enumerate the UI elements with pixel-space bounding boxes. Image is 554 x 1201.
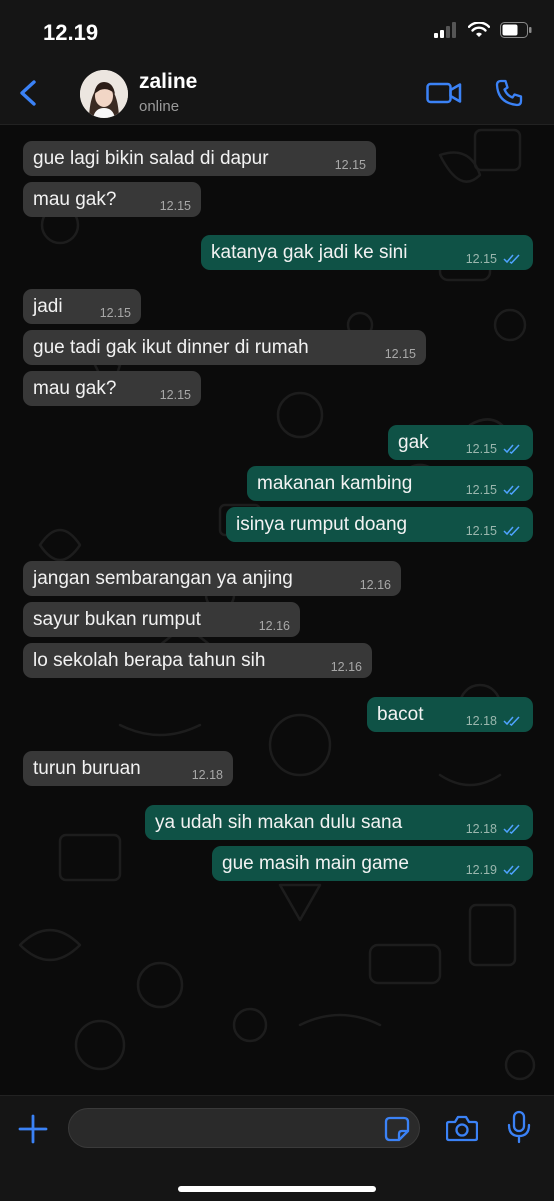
message-text: jadi [33, 295, 63, 317]
message-bubble-incoming[interactable]: jangan sembarangan ya anjing 12.16 [23, 561, 401, 596]
home-indicator [178, 1186, 376, 1192]
message-text: sayur bukan rumput [33, 608, 201, 630]
message-time: 12.18 [465, 822, 497, 836]
message-bubble-outgoing[interactable]: gue masih main game 12.19 [212, 846, 533, 881]
contact-status: online [139, 98, 180, 115]
message-time: 12.18 [191, 768, 223, 782]
message-text: makanan kambing [257, 472, 413, 494]
message-time: 12.15 [334, 158, 366, 172]
read-receipt-icon [503, 716, 520, 726]
battery-icon [500, 22, 532, 38]
read-receipt-icon [503, 824, 520, 834]
message-text: ya udah sih makan dulu sana [155, 811, 403, 833]
message-bubble-outgoing[interactable]: isinya rumput doang 12.15 [226, 507, 533, 542]
message-bubble-incoming[interactable]: mau gak? 12.15 [23, 371, 201, 406]
message-text: bacot [377, 703, 424, 725]
read-receipt-icon [503, 865, 520, 875]
status-icons [434, 22, 532, 38]
message-text: isinya rumput doang [236, 513, 408, 535]
message-time: 12.16 [330, 660, 362, 674]
message-input[interactable] [68, 1108, 420, 1148]
message-time: 12.15 [465, 442, 497, 456]
plus-icon[interactable] [18, 1114, 48, 1144]
message-time: 12.15 [159, 199, 191, 213]
avatar[interactable] [80, 70, 128, 118]
phone-icon[interactable] [494, 78, 524, 108]
message-bubble-incoming[interactable]: sayur bukan rumput 12.16 [23, 602, 300, 637]
sticker-icon[interactable] [384, 1116, 410, 1142]
back-chevron-icon[interactable] [12, 76, 46, 110]
microphone-icon[interactable] [507, 1110, 531, 1144]
message-time: 12.15 [465, 483, 497, 497]
read-receipt-icon [503, 254, 520, 264]
camera-icon[interactable] [446, 1114, 478, 1142]
message-time: 12.19 [465, 863, 497, 877]
message-text: gue masih main game [222, 852, 409, 874]
message-time: 12.18 [465, 714, 497, 728]
chat-header: zaline online [0, 62, 554, 125]
read-receipt-icon [503, 485, 520, 495]
message-text: jangan sembarangan ya anjing [33, 567, 293, 589]
message-text: gue tadi gak ikut dinner di rumah [33, 336, 309, 358]
message-text: turun buruan [33, 757, 141, 779]
message-time: 12.15 [159, 388, 191, 402]
message-bubble-outgoing[interactable]: makanan kambing 12.15 [247, 466, 533, 501]
message-bubble-incoming[interactable]: turun buruan 12.18 [23, 751, 233, 786]
status-bar: 12.19 [0, 0, 554, 62]
message-bubble-incoming[interactable]: gue lagi bikin salad di dapur 12.15 [23, 141, 376, 176]
message-bubble-outgoing[interactable]: bacot 12.18 [367, 697, 533, 732]
wifi-icon [468, 22, 490, 37]
status-time: 12.19 [43, 20, 99, 45]
read-receipt-icon [503, 444, 520, 454]
message-bubble-outgoing[interactable]: ya udah sih makan dulu sana 12.18 [145, 805, 533, 840]
message-time: 12.15 [99, 306, 131, 320]
message-time: 12.15 [465, 524, 497, 538]
chat-area[interactable]: gue lagi bikin salad di dapur 12.15 mau … [0, 125, 554, 1095]
message-time: 12.15 [465, 252, 497, 266]
message-time: 12.16 [359, 578, 391, 592]
read-receipt-icon [503, 526, 520, 536]
message-time: 12.15 [384, 347, 416, 361]
message-bubble-incoming[interactable]: jadi 12.15 [23, 289, 141, 324]
message-text: mau gak? [33, 377, 117, 399]
message-bubble-outgoing[interactable]: katanya gak jadi ke sini 12.15 [201, 235, 533, 270]
message-time: 12.16 [258, 619, 290, 633]
message-bubble-incoming[interactable]: gue tadi gak ikut dinner di rumah 12.15 [23, 330, 426, 365]
video-camera-icon[interactable] [426, 80, 462, 106]
message-bubble-outgoing[interactable]: gak 12.15 [388, 425, 533, 460]
signal-icon [434, 22, 456, 38]
message-text: katanya gak jadi ke sini [211, 241, 408, 263]
message-text: mau gak? [33, 188, 117, 210]
message-text: gak [398, 431, 429, 453]
message-text: gue lagi bikin salad di dapur [33, 147, 269, 169]
contact-name[interactable]: zaline [139, 70, 197, 94]
message-text: lo sekolah berapa tahun sih [33, 649, 266, 671]
message-bubble-incoming[interactable]: mau gak? 12.15 [23, 182, 201, 217]
message-bubble-incoming[interactable]: lo sekolah berapa tahun sih 12.16 [23, 643, 372, 678]
